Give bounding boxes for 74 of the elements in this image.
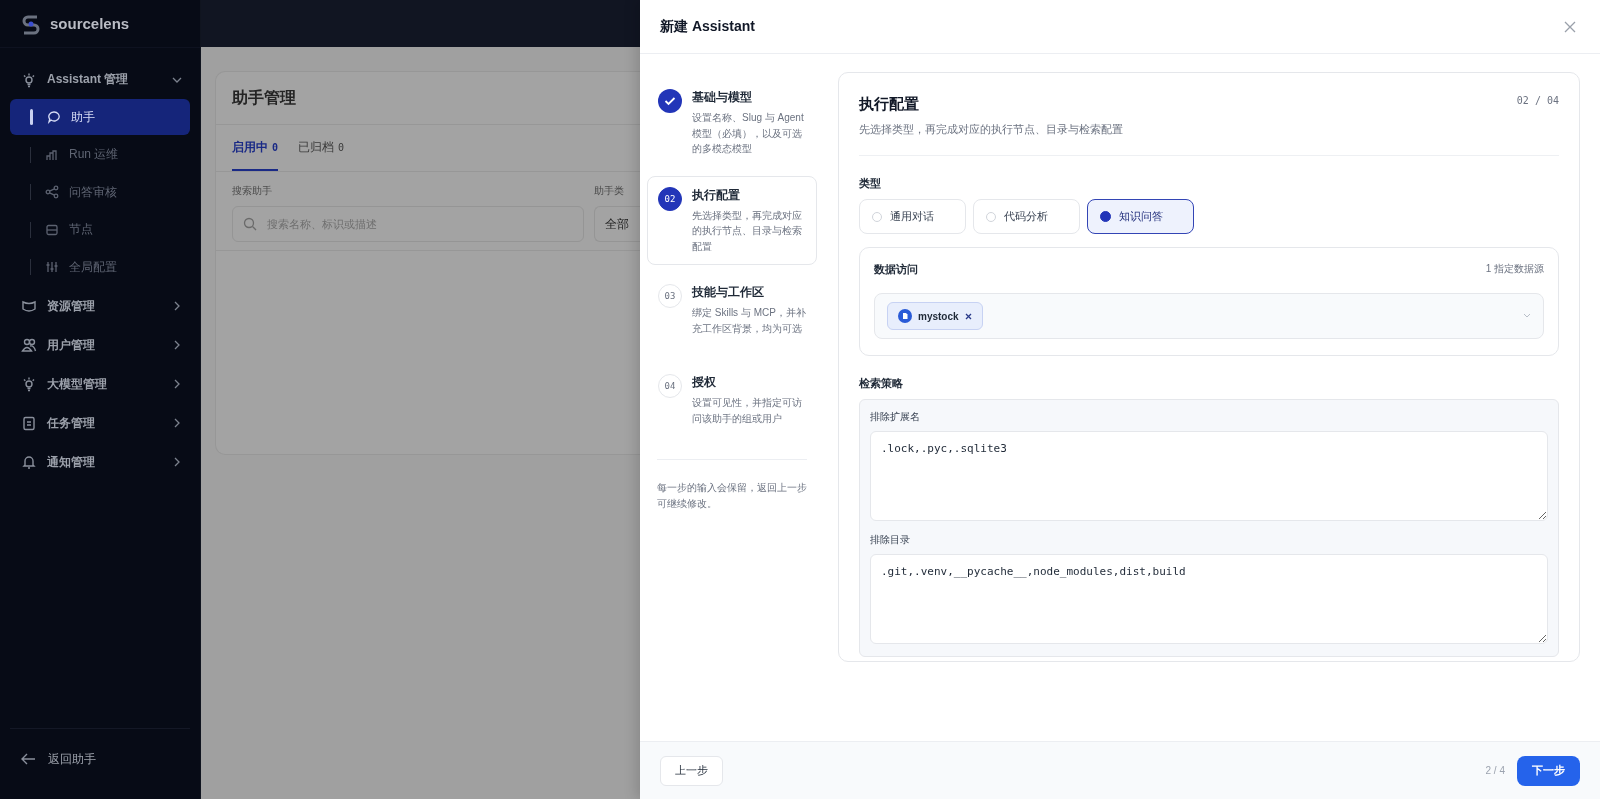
file-icon xyxy=(898,309,912,323)
bulb-icon xyxy=(21,376,37,392)
source-select[interactable]: mystock xyxy=(874,293,1544,339)
tab[interactable]: 已归档 0 xyxy=(298,125,345,171)
text-area[interactable]: .lock,.pyc,.sqlite3 xyxy=(870,431,1548,521)
nav-group[interactable]: 任务管理 xyxy=(10,403,190,443)
step-description: 绑定 Skills 与 MCP，并补充工作区背景，均为可选 xyxy=(692,306,806,336)
brand-name: sourcelens xyxy=(50,15,130,32)
field-label: 搜索助手 xyxy=(232,184,273,198)
next-button[interactable]: 下一步 xyxy=(1517,755,1580,786)
step-counter: 02 / 04 xyxy=(1516,95,1559,108)
nav-item[interactable]: 节点 xyxy=(10,211,190,248)
bulb-icon xyxy=(21,71,37,88)
step-description: 设置名称、Slug 与 Agent 模型（必填），以及可选的多模态模型 xyxy=(692,111,805,156)
search-icon xyxy=(243,217,257,231)
sliders-icon xyxy=(45,260,59,274)
card-title: 数据访问 xyxy=(874,262,918,277)
section-title: 执行配置 xyxy=(859,95,920,114)
nav-item[interactable]: 全局配置 xyxy=(10,249,190,285)
server-icon xyxy=(45,222,59,237)
nav-group[interactable]: 大模型管理 xyxy=(10,364,190,404)
drawer-title: 新建 Assistant xyxy=(660,17,755,36)
arrow-left-icon xyxy=(20,752,36,766)
nav-item[interactable]: 助手 xyxy=(10,99,190,135)
step-description: 设置可见性，并指定可访问该助手的组或用户 xyxy=(692,396,803,426)
step-item[interactable]: 04 授权 设置可见性，并指定可访问该助手的组或用户 xyxy=(647,363,817,445)
nav-group[interactable]: Assistant 管理 xyxy=(10,60,190,99)
nav-item[interactable]: Run 运维 xyxy=(10,136,190,173)
close-icon[interactable] xyxy=(1564,20,1576,33)
type-option[interactable]: 通用对话 xyxy=(859,199,966,234)
field-label: 检索策略 xyxy=(859,376,904,391)
bell-icon xyxy=(21,454,37,470)
section-subtitle: 先选择类型，再完成对应的执行节点、目录与检索配置 xyxy=(859,122,1123,137)
step-number: 02 xyxy=(658,186,682,211)
share-icon xyxy=(45,185,59,199)
step-title: 技能与工作区 xyxy=(692,284,765,301)
field-label: 类型 xyxy=(859,176,882,191)
field-label: 排除扩展名 xyxy=(870,410,921,424)
field-label: 助手类 xyxy=(594,184,625,198)
type-option[interactable]: 代码分析 xyxy=(973,199,1080,234)
step-item[interactable]: 基础与模型 设置名称、Slug 与 Agent 模型（必填），以及可选的多模态模型 xyxy=(647,78,817,168)
source-count: 1 指定数据源 xyxy=(1485,262,1544,276)
tab[interactable]: 启用中 0 xyxy=(232,125,279,171)
field-label: 排除目录 xyxy=(870,533,911,547)
nav-item[interactable]: 问答审核 xyxy=(10,174,190,210)
clipboard-icon xyxy=(21,415,37,431)
step-description: 先选择类型，再完成对应的执行节点、目录与检索配置 xyxy=(692,208,803,254)
step-item[interactable]: 02 执行配置 先选择类型，再完成对应的执行节点、目录与检索配置 xyxy=(647,175,817,265)
step-note: 每一步的输入会保留，返回上一步可继续修改。 xyxy=(656,481,808,511)
remove-icon[interactable] xyxy=(964,312,972,320)
page-title: 助手管理 xyxy=(232,87,296,108)
type-option[interactable]: 知识问答 xyxy=(1087,199,1194,234)
previous-button[interactable]: 上一步 xyxy=(660,755,723,786)
back-link[interactable]: 返回助手 xyxy=(10,728,190,789)
step-title: 授权 xyxy=(692,374,717,391)
nav-group[interactable]: 用户管理 xyxy=(10,325,190,365)
chevron-icon xyxy=(172,301,182,311)
chevron-down-icon xyxy=(1523,313,1531,319)
users-icon xyxy=(21,337,37,353)
step-title: 基础与模型 xyxy=(692,89,753,106)
bar-chart-icon xyxy=(45,147,59,162)
step-title: 执行配置 xyxy=(692,186,741,204)
chevron-icon xyxy=(172,418,182,428)
step-item[interactable]: 03 技能与工作区 绑定 Skills 与 MCP，并补充工作区背景，均为可选 xyxy=(647,273,817,355)
nav-group[interactable]: 资源管理 xyxy=(10,286,190,326)
text-area[interactable]: .git,.venv,__pycache__,node_modules,dist,build xyxy=(870,554,1548,644)
source-tag[interactable]: mystock xyxy=(887,302,983,330)
chevron-icon xyxy=(172,340,182,350)
chat-bubble-icon xyxy=(47,110,61,124)
chevron-icon xyxy=(172,379,182,389)
database-icon xyxy=(21,298,37,314)
nav-group[interactable]: 通知管理 xyxy=(10,442,190,482)
page-indicator: 2 / 4 xyxy=(1485,765,1505,776)
chevron-icon xyxy=(172,457,182,467)
